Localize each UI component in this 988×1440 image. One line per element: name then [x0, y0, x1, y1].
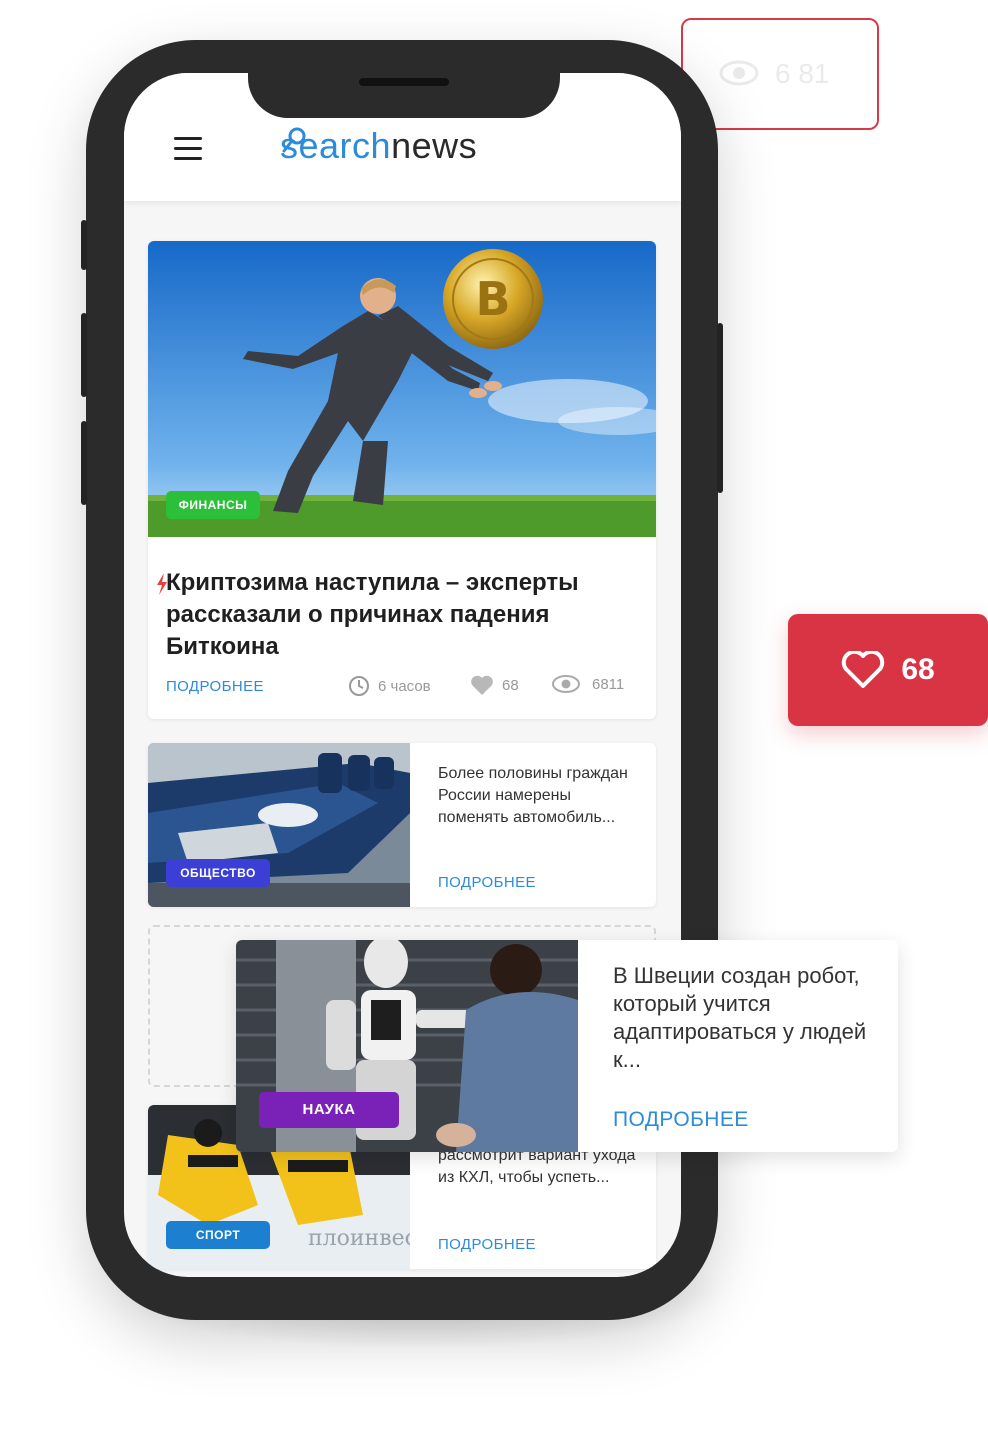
views-stat-value: 6 81 [775, 58, 830, 89]
heart-outline-icon [842, 651, 885, 688]
phone-notch [248, 40, 560, 118]
hamburger-menu-icon[interactable] [174, 137, 202, 160]
svg-text:плоинвес: плоинвес [308, 1226, 410, 1251]
article-card-science[interactable]: НАУКА В Швеции создан робот, который учи… [236, 940, 898, 1152]
category-badge[interactable]: СПОРТ [166, 1221, 270, 1249]
article-time: 6 часов [348, 675, 431, 697]
article-likes-value: 68 [502, 676, 519, 694]
volume-up-button [81, 313, 87, 397]
featured-article-card[interactable]: B ФИНАНСЫ Криптозима наступила – эксперт… [148, 241, 656, 719]
article-title[interactable]: Более половины граждан России намерены п… [438, 763, 638, 829]
article-title[interactable]: В Швеции создан робот, который учится ад… [613, 962, 883, 1074]
power-button [717, 323, 723, 493]
category-badge[interactable]: ОБЩЕСТВО [166, 859, 270, 887]
heart-icon [471, 675, 493, 695]
app-logo[interactable]: searchnews [280, 125, 477, 167]
stage: 6 81 searchnews B ФИНАНСЫ Криптозима нас… [0, 0, 988, 1440]
logo-text-news: news [391, 125, 478, 166]
article-views: 6811 [552, 675, 624, 693]
category-badge[interactable]: ФИНАНСЫ [166, 491, 260, 519]
clock-icon [349, 676, 369, 696]
volume-down-button [81, 421, 87, 505]
read-more-link[interactable]: ПОДРОБНЕЕ [613, 1108, 749, 1132]
featured-read-more-link[interactable]: ПОДРОБНЕЕ [166, 678, 264, 695]
article-views-value: 6811 [592, 675, 625, 693]
logo-text-search: search [280, 125, 392, 166]
article-time-value: 6 часов [378, 677, 431, 695]
like-count: 68 [901, 653, 935, 686]
read-more-link[interactable]: ПОДРОБНЕЕ [438, 874, 536, 891]
phone-speaker [359, 78, 449, 86]
read-more-link[interactable]: ПОДРОБНЕЕ [438, 1236, 536, 1253]
featured-article-title[interactable]: Криптозима наступила – эксперты рассказа… [166, 567, 636, 663]
like-counter-button[interactable]: 68 [788, 614, 988, 726]
article-likes[interactable]: 68 [470, 675, 519, 695]
eye-icon [719, 60, 759, 86]
category-badge[interactable]: НАУКА [259, 1092, 399, 1128]
article-card-society[interactable]: ОБЩЕСТВО Более половины граждан России н… [148, 743, 656, 907]
eye-icon [552, 675, 580, 693]
mute-switch [81, 220, 87, 270]
svg-text:B: B [475, 272, 510, 326]
